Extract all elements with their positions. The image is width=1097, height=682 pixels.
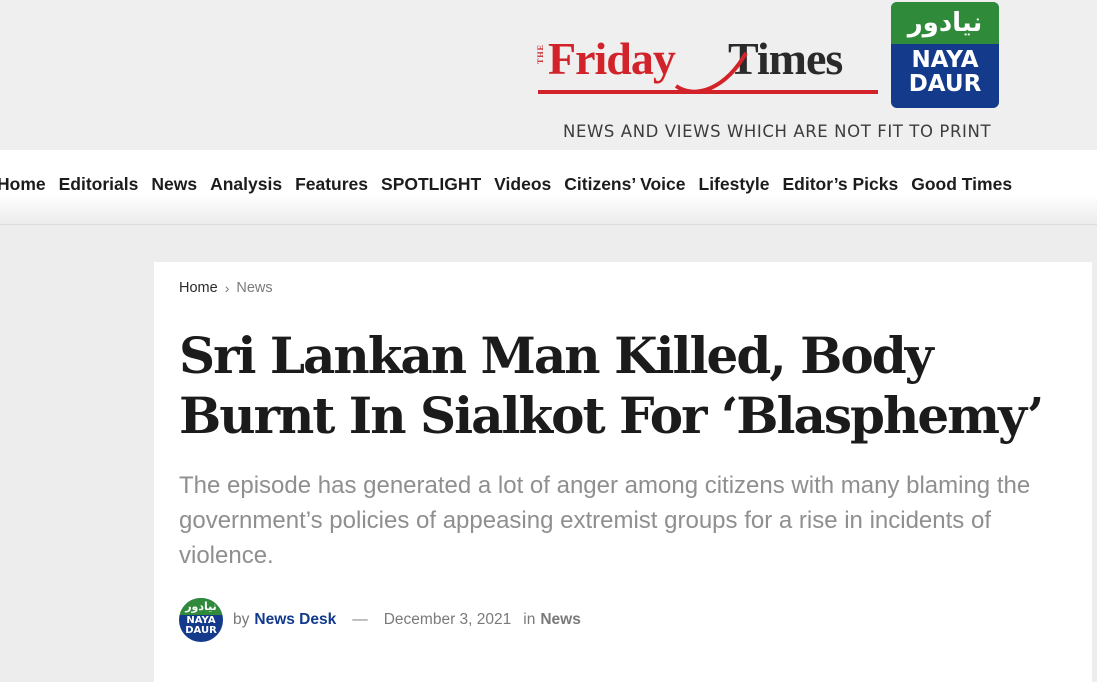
main-nav: Home Editorials News Analysis Features S… (0, 150, 1097, 225)
category-link[interactable]: News (540, 611, 581, 629)
logo-friday-text: Friday (548, 33, 676, 84)
masthead: THE Friday Times نیادور NAYA DAUR NEWS A… (0, 0, 1097, 150)
naya-daur-urdu-text: نیادور (891, 2, 999, 44)
nav-list: Home Editorials News Analysis Features S… (0, 174, 1025, 195)
nav-item-home[interactable]: Home (0, 174, 46, 195)
author-avatar[interactable]: نیادور NAYA DAUR (179, 598, 223, 642)
nav-item-citizens-voice[interactable]: Citizens’ Voice (564, 174, 685, 195)
nav-item-editors-picks[interactable]: Editor’s Picks (783, 174, 899, 195)
breadcrumb-chevron-icon: › (224, 280, 230, 296)
naya-daur-logo[interactable]: نیادور NAYA DAUR (891, 2, 999, 108)
nav-item-editorials[interactable]: Editorials (59, 174, 139, 195)
nav-item-videos[interactable]: Videos (494, 174, 551, 195)
article-card: Home › News Sri Lankan Man Killed, Body … (154, 262, 1092, 682)
article-headline: Sri Lankan Man Killed, Body Burnt In Sia… (179, 326, 1044, 445)
breadcrumb: Home › News (179, 280, 273, 296)
nav-item-lifestyle[interactable]: Lifestyle (699, 174, 770, 195)
logo-the-text: THE (536, 44, 545, 64)
nav-item-good-times[interactable]: Good Times (911, 174, 1012, 195)
nav-item-news[interactable]: News (151, 174, 197, 195)
meta-dash: — (352, 611, 368, 628)
nav-item-analysis[interactable]: Analysis (210, 174, 282, 195)
breadcrumb-current[interactable]: News (236, 280, 272, 296)
nav-item-features[interactable]: Features (295, 174, 368, 195)
avatar-line2: DAUR (185, 625, 217, 636)
by-label: by (233, 611, 250, 628)
avatar-english-text: NAYA DAUR (179, 616, 223, 636)
breadcrumb-home-link[interactable]: Home (179, 280, 218, 296)
article-deck: The episode has generated a lot of anger… (179, 472, 1031, 569)
logo-underline (538, 90, 878, 94)
naya-daur-line1: NAYA (911, 47, 979, 73)
naya-daur-english-text: NAYA DAUR (891, 48, 999, 96)
in-label: in (523, 611, 536, 628)
publish-date: December 3, 2021 (383, 611, 512, 628)
nav-item-spotlight[interactable]: SPOTLIGHT (381, 174, 481, 195)
article-meta: نیادور NAYA DAUR by News Desk — December… (179, 598, 581, 642)
avatar-urdu-text: نیادور (179, 598, 223, 615)
friday-times-logo[interactable]: THE Friday Times (536, 30, 881, 112)
author-link[interactable]: News Desk (254, 611, 336, 629)
naya-daur-line2: DAUR (908, 71, 982, 97)
site-tagline: NEWS AND VIEWS WHICH ARE NOT FIT TO PRIN… (563, 122, 992, 141)
